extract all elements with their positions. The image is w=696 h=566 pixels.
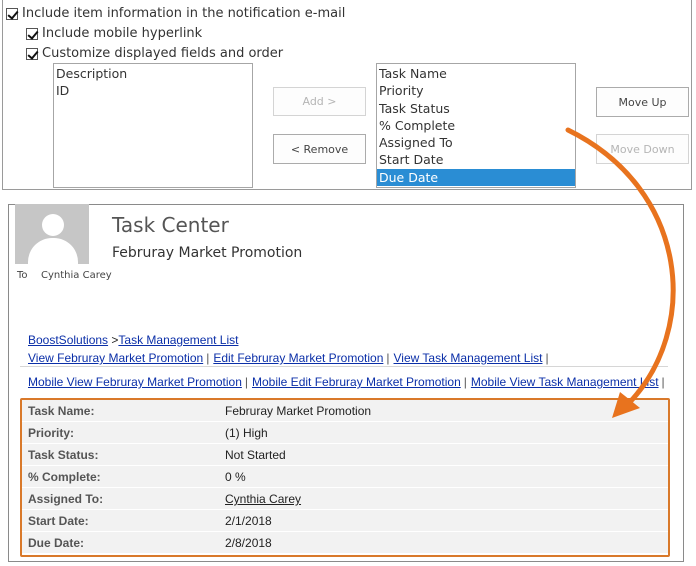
annotation-arrow-icon bbox=[565, 127, 676, 418]
